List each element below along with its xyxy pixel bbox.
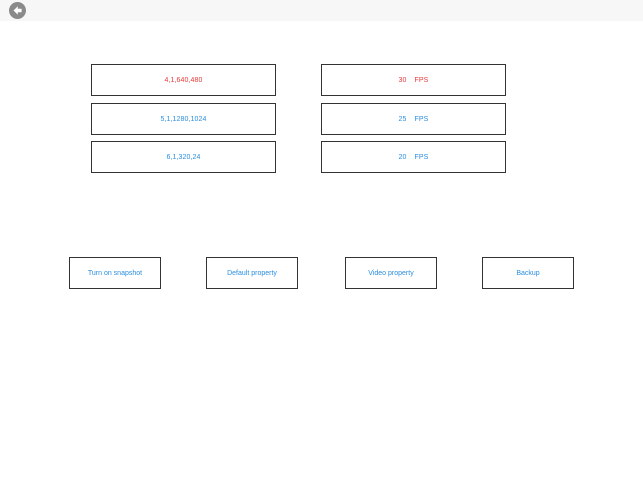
resolution-option-1[interactable]: 4,1,640,480: [91, 64, 276, 96]
fps-value: 20: [398, 153, 407, 161]
turn-on-snapshot-button[interactable]: Turn on snapshot: [69, 257, 161, 289]
back-arrow-icon: [9, 2, 26, 19]
fps-unit: FPS: [414, 115, 429, 123]
fps-unit: FPS: [414, 76, 429, 84]
top-bar: [0, 0, 643, 21]
resolution-option-2[interactable]: 5,1,1280,1024: [91, 103, 276, 135]
default-property-button[interactable]: Default property: [206, 257, 298, 289]
video-property-button[interactable]: Video property: [345, 257, 437, 289]
button-label: Turn on snapshot: [87, 269, 143, 277]
resolution-option-label: 4,1,640,480: [164, 76, 203, 84]
fps-value: 30: [398, 76, 407, 84]
fps-option-20[interactable]: 20 FPS: [321, 141, 506, 173]
fps-option-30[interactable]: 30 FPS: [321, 64, 506, 96]
fps-option-25[interactable]: 25 FPS: [321, 103, 506, 135]
back-button[interactable]: [9, 2, 26, 19]
fps-value: 25: [398, 115, 407, 123]
backup-button[interactable]: Backup: [482, 257, 574, 289]
fps-unit: FPS: [414, 153, 429, 161]
resolution-option-label: 6,1,320,24: [166, 153, 201, 161]
resolution-option-label: 5,1,1280,1024: [160, 115, 207, 123]
button-label: Backup: [516, 269, 540, 277]
screen: 4,1,640,480 5,1,1280,1024 6,1,320,24 30 …: [0, 0, 643, 482]
resolution-option-3[interactable]: 6,1,320,24: [91, 141, 276, 173]
button-label: Default property: [227, 269, 277, 277]
button-label: Video property: [368, 269, 414, 277]
